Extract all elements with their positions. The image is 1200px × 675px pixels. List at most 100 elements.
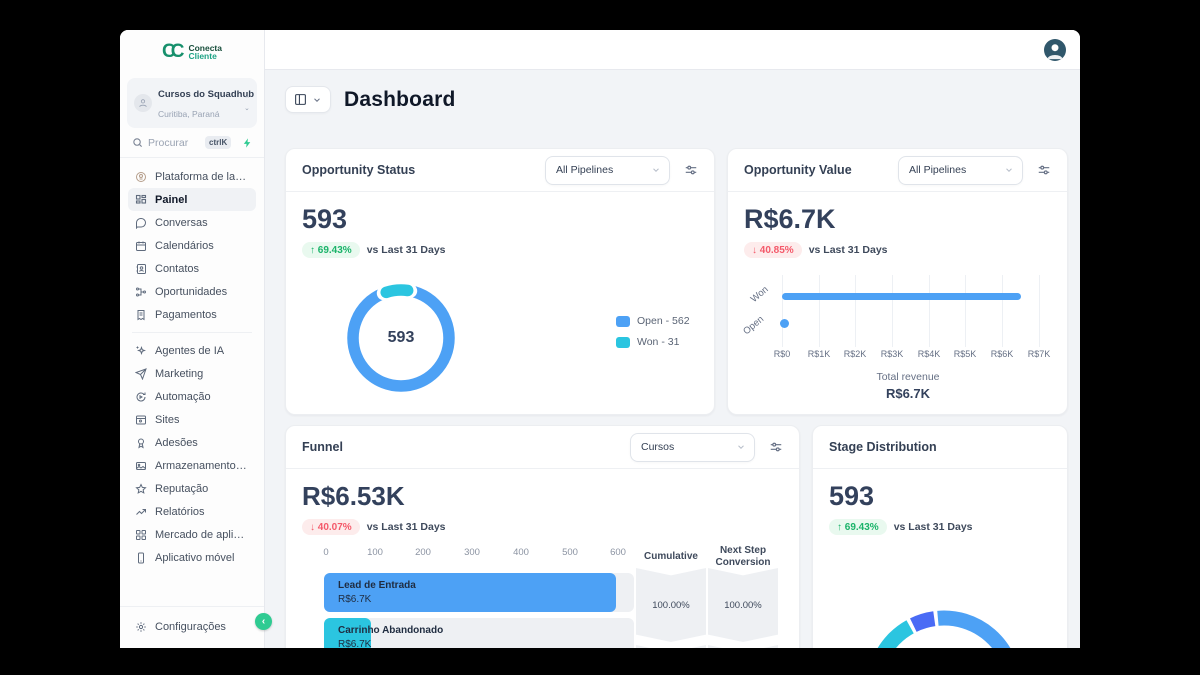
next-step-header-line2: Conversion bbox=[715, 556, 771, 568]
star-icon bbox=[135, 482, 147, 494]
account-avatar bbox=[134, 94, 152, 112]
account-name: Cursos do Squadhub bbox=[158, 89, 255, 100]
sidebar: CC Conecta Cliente Cursos do Squadhub Cu… bbox=[120, 30, 272, 648]
stage-value: R$6.7K bbox=[338, 639, 372, 648]
trend-badge: ↓ 40.07% bbox=[302, 519, 360, 535]
quick-actions-bolt-icon[interactable] bbox=[242, 137, 253, 149]
screen: CC Conecta Cliente Cursos do Squadhub Cu… bbox=[0, 0, 1200, 675]
filter-sliders-icon[interactable] bbox=[684, 163, 698, 177]
dashboard-layout-button[interactable] bbox=[285, 86, 331, 113]
sidebar-item-conversas[interactable]: Conversas bbox=[128, 211, 256, 234]
sidebar-item-automacao[interactable]: Automação bbox=[128, 385, 256, 408]
sidebar-item-aplicativo-movel[interactable]: Aplicativo móvel bbox=[128, 546, 256, 569]
x-tick: 400 bbox=[513, 547, 529, 558]
sidebar-item-calendarios[interactable]: Calendários bbox=[128, 234, 256, 257]
sidebar-item-plataforma[interactable]: Plataforma de lançamen... bbox=[128, 165, 256, 188]
pipeline-select[interactable]: All Pipelines bbox=[545, 155, 670, 185]
x-tick: R$0 bbox=[773, 349, 791, 359]
card-title: Opportunity Status bbox=[302, 163, 416, 177]
sites-icon bbox=[136, 415, 146, 424]
stage-value: R$6.7K bbox=[338, 594, 372, 605]
value-bar-chart: Won Open R$0 R$1K R$2K R$3K R$4K R$5K R$… bbox=[728, 149, 1067, 414]
filter-sliders-icon[interactable] bbox=[769, 440, 783, 454]
search-input[interactable] bbox=[148, 136, 200, 149]
x-tick: R$3K bbox=[880, 349, 904, 359]
x-tick: R$7K bbox=[1027, 349, 1051, 359]
contacts-icon bbox=[136, 263, 146, 274]
page-title: Dashboard bbox=[344, 87, 456, 111]
sidebar-item-pagamentos[interactable]: Pagamentos bbox=[128, 303, 256, 326]
card-title: Funnel bbox=[302, 440, 343, 454]
legend-item-won: Won - 31 bbox=[616, 336, 690, 348]
gear-icon bbox=[136, 621, 146, 632]
next-step-cell: 15.18% bbox=[708, 645, 778, 648]
launchpad-icon bbox=[136, 171, 146, 182]
x-tick: 100 bbox=[367, 547, 383, 558]
total-revenue-label: Total revenue bbox=[876, 371, 940, 383]
next-step-header: Next Step Conversion bbox=[698, 545, 788, 568]
sidebar-footer: Configurações bbox=[120, 606, 264, 638]
funnel-card: Funnel Cursos R$6.53K ↓ 40.07% vs Last 3… bbox=[285, 425, 800, 648]
stage-name: Lead de Entrada bbox=[338, 580, 416, 591]
account-switcher[interactable]: Cursos do Squadhub Curitiba, Paraná ⌃ ⌃ bbox=[127, 78, 257, 128]
chevron-down-icon bbox=[314, 97, 320, 102]
sidebar-item-sites[interactable]: Sites bbox=[128, 408, 256, 431]
funnel-stage-row: Carrinho Abandonado R$6.7K bbox=[324, 618, 634, 648]
sidebar-item-mercado[interactable]: Mercado de aplicativos bbox=[128, 523, 256, 546]
chevron-down-icon bbox=[738, 445, 744, 449]
sidebar-item-relatorios[interactable]: Relatórios bbox=[128, 500, 256, 523]
sidebar-item-agentes-ia[interactable]: Agentes de IA bbox=[128, 339, 256, 362]
x-tick: R$4K bbox=[917, 349, 941, 359]
automation-icon bbox=[136, 392, 146, 401]
cumulative-cell: 100.00% bbox=[636, 568, 706, 642]
search-shortcut-badge: ctrlK bbox=[205, 136, 232, 149]
y-category-won: Won bbox=[748, 284, 771, 305]
brand-name-bottom: Cliente bbox=[188, 51, 217, 61]
status-metric: 593 bbox=[302, 204, 348, 234]
sidebar-item-painel[interactable]: Painel bbox=[128, 188, 256, 211]
sidebar-item-marketing[interactable]: Marketing bbox=[128, 362, 256, 385]
next-step-cell: 100.00% bbox=[708, 568, 778, 642]
topbar bbox=[265, 30, 1080, 70]
x-tick: R$5K bbox=[953, 349, 977, 359]
sidebar-item-label: Oportunidades bbox=[155, 285, 228, 298]
sidebar-collapse-button[interactable]: ‹ bbox=[255, 613, 272, 630]
stage-name: Carrinho Abandonado bbox=[338, 625, 444, 636]
media-icon bbox=[136, 461, 146, 470]
sidebar-item-adesoes[interactable]: Adesões bbox=[128, 431, 256, 454]
sidebar-item-label: Conversas bbox=[155, 216, 208, 229]
sidebar-item-contatos[interactable]: Contatos bbox=[128, 257, 256, 280]
user-avatar[interactable] bbox=[1044, 39, 1066, 61]
mobile-icon bbox=[138, 552, 144, 563]
sidebar-item-oportunidades[interactable]: Oportunidades bbox=[128, 280, 256, 303]
reporting-icon bbox=[136, 508, 146, 515]
card-title: Stage Distribution bbox=[829, 440, 937, 454]
won-bar bbox=[782, 293, 1021, 300]
user-icon bbox=[1047, 44, 1063, 60]
compare-label: vs Last 31 Days bbox=[366, 244, 446, 256]
sidebar-divider bbox=[132, 332, 252, 333]
status-legend: Open - 562 Won - 31 bbox=[616, 315, 690, 348]
brand-logo: CC Conecta Cliente bbox=[120, 30, 264, 74]
opportunities-icon bbox=[136, 287, 146, 296]
sidebar-item-label: Aplicativo móvel bbox=[155, 551, 235, 564]
dashboard-grid-icon bbox=[135, 194, 147, 204]
sidebar-item-reputacao[interactable]: Reputação bbox=[128, 477, 256, 500]
sidebar-search: ctrlK bbox=[120, 134, 264, 158]
sidebar-item-configuracoes[interactable]: Configurações bbox=[128, 615, 256, 638]
user-icon bbox=[139, 99, 147, 107]
pipeline-select[interactable]: Cursos bbox=[630, 432, 755, 462]
sidebar-item-label: Agentes de IA bbox=[155, 344, 225, 357]
stage-distribution-card: Stage Distribution 593 ↑ 69.43% vs Last … bbox=[812, 425, 1068, 648]
open-dot bbox=[780, 319, 789, 328]
sidebar-item-midia[interactable]: Armazenamento de mídia bbox=[128, 454, 256, 477]
funnel-metric: R$6.53K bbox=[302, 481, 405, 511]
stage-donut-chart bbox=[854, 598, 1034, 648]
x-tick: 0 bbox=[323, 547, 329, 558]
sidebar-item-label: Adesões bbox=[155, 436, 198, 449]
y-category-open: Open bbox=[741, 313, 767, 338]
sidebar-item-label: Marketing bbox=[155, 367, 204, 380]
sidebar-item-label: Automação bbox=[155, 390, 211, 403]
app-window: CC Conecta Cliente Cursos do Squadhub Cu… bbox=[120, 30, 1080, 648]
chevron-updown-icon: ⌃ ⌃ bbox=[244, 96, 250, 110]
